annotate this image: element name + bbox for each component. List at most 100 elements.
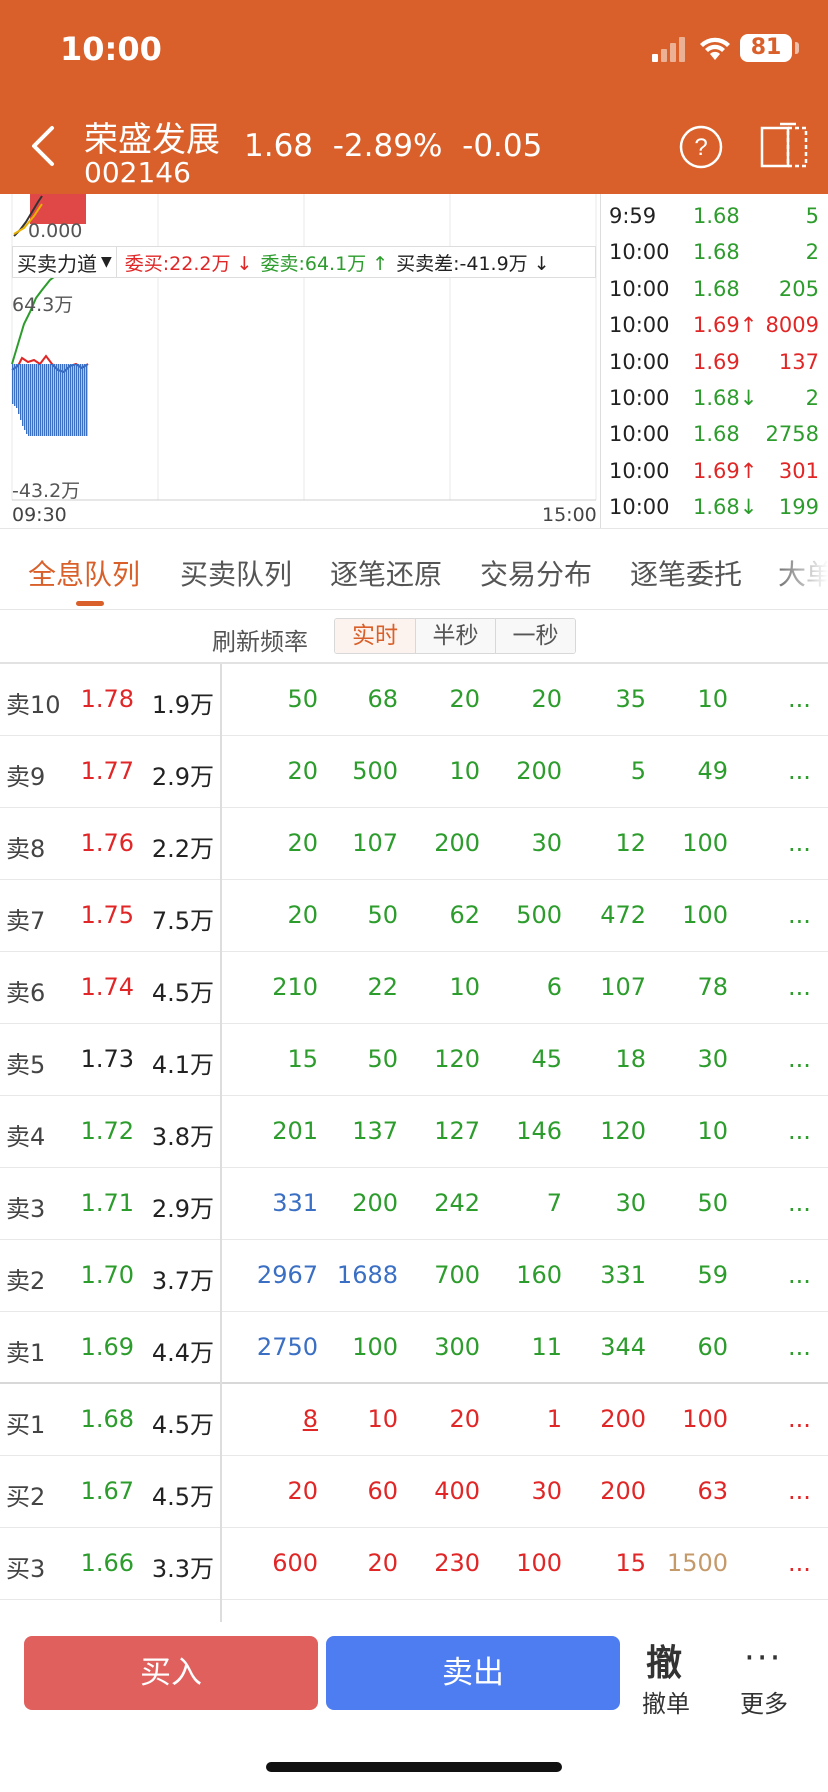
indicator-bar: 买卖力道 ▼ 委买:22.2万 ↓ 委卖:64.1万 ↑ 买卖差:-41.9万 ↓	[12, 246, 596, 278]
tab-trade-distribution[interactable]: 交易分布	[480, 553, 592, 593]
queue-row[interactable]: 买3 1.66 3.3万 600 20 230 100 15 1500...	[0, 1528, 828, 1600]
queue-row[interactable]: 买2 1.67 4.5万 20 60 400 30 200 63...	[0, 1456, 828, 1528]
tab-full-queue[interactable]: 全息队列	[28, 553, 140, 593]
tab-tick-orders[interactable]: 逐笔委托	[630, 553, 742, 593]
queue-row[interactable]: 卖9 1.77 2.9万 20 500 10 200 5 49...	[0, 736, 828, 808]
queue-level-label: 卖8	[6, 835, 46, 863]
queue-row[interactable]: 卖5 1.73 4.1万 15 50 120 45 18 30...	[0, 1024, 828, 1096]
refresh-option-realtime[interactable]: 实时	[335, 619, 415, 653]
trade-price: 1.68	[693, 240, 740, 265]
queue-row[interactable]: 卖2 1.70 3.7万 2967 1688 700 160 331 59...	[0, 1240, 828, 1312]
diff-bar	[34, 364, 36, 436]
queue-order-volume: 700	[434, 1261, 480, 1289]
queue-more-cell: ...	[788, 1261, 811, 1289]
diff-bar	[76, 364, 78, 436]
chart-time-start: 09:30	[12, 504, 67, 526]
queue-row[interactable]: 卖4 1.72 3.8万 201 137 127 146 120 10...	[0, 1096, 828, 1168]
sell-button[interactable]: 卖出	[326, 1636, 620, 1710]
diff-bar	[18, 364, 20, 414]
queue-more-cell: ...	[788, 901, 811, 929]
more-dots-icon[interactable]: ···	[744, 1638, 782, 1678]
back-arrow-icon[interactable]	[28, 124, 58, 168]
queue-order-volume: 20	[287, 901, 318, 929]
queue-order-volume: 10	[697, 685, 728, 713]
trade-row: 10:00 1.68 2	[601, 234, 828, 270]
queue-order-volume: 50	[367, 901, 398, 929]
cancel-order-button[interactable]: 撤单	[642, 1684, 690, 1719]
buy-button[interactable]: 买入	[24, 1636, 318, 1710]
top-bar: 10:00 81 荣盛发展 002146 1.68 -2.89% -0.05 ?	[0, 0, 828, 194]
diff-bar	[22, 364, 24, 426]
queue-total-volume: 4.5万	[151, 979, 214, 1007]
diff-bar	[30, 364, 32, 436]
trade-volume: 2758	[765, 422, 819, 447]
queue-total-volume: 3.3万	[151, 1555, 214, 1583]
queue-total-volume: 2.2万	[151, 835, 214, 863]
queue-order-volume: 210	[272, 973, 318, 1001]
queue-order-volume: 12	[615, 829, 646, 857]
queue-order-volume: 500	[516, 901, 562, 929]
tab-tick-restore[interactable]: 逐笔还原	[330, 553, 442, 593]
queue-level-label: 卖9	[6, 763, 46, 791]
queue-order-volume: 20	[287, 829, 318, 857]
diff-bar	[46, 364, 48, 436]
sell-orders-stat: 委卖:64.1万 ↑	[260, 252, 389, 275]
queue-order-volume: 30	[531, 1477, 562, 1505]
queue-order-volume: 107	[600, 973, 646, 1001]
refresh-option-one-second[interactable]: 一秒	[495, 619, 575, 653]
queue-order-volume: 30	[615, 1189, 646, 1217]
chart-grid	[11, 194, 597, 501]
queue-price: 1.69	[80, 1333, 134, 1361]
queue-order-volume: 100	[516, 1549, 562, 1577]
trade-time: 10:00	[609, 495, 670, 520]
svg-text:?: ?	[694, 134, 707, 161]
tab-bid-ask-queue[interactable]: 买卖队列	[180, 553, 292, 593]
queue-order-volume: 400	[434, 1477, 480, 1505]
queue-order-volume: 20	[367, 1549, 398, 1577]
queue-more-cell: ...	[788, 685, 811, 713]
split-view-icon[interactable]	[760, 122, 810, 170]
queue-level-label: 买1	[6, 1411, 46, 1439]
queue-order-volume: 22	[367, 973, 398, 1001]
queue-level-label: 卖1	[6, 1339, 46, 1367]
queue-order-volume: 60	[697, 1333, 728, 1361]
indicator-select[interactable]: 买卖力道 ▼	[13, 247, 117, 277]
trade-price: 1.68↓	[693, 495, 758, 520]
queue-row[interactable]: 卖3 1.71 2.9万 331 200 242 7 30 50...	[0, 1168, 828, 1240]
trade-volume: 199	[778, 495, 819, 520]
trade-time: 10:00	[609, 386, 670, 410]
queue-price: 1.77	[80, 757, 134, 785]
queue-order-volume: 63	[697, 1477, 728, 1505]
queue-row[interactable]: 卖7 1.75 7.5万 20 50 62 500 472 100...	[0, 880, 828, 952]
chart-top-label: 0.000	[28, 220, 83, 242]
queue-order-volume: 50	[287, 685, 318, 713]
trade-price: 1.69	[693, 349, 740, 374]
queue-total-volume: 4.1万	[151, 1051, 214, 1079]
queue-row[interactable]: 卖6 1.74 4.5万 210 22 10 6 107 78...	[0, 952, 828, 1024]
trade-row: 10:00 1.68 205	[601, 271, 828, 307]
queue-row[interactable]: 买1 1.68 4.5万 8 10 20 1 200 100...	[0, 1384, 828, 1456]
queue-total-volume: 4.5万	[151, 1411, 214, 1439]
queue-row[interactable]: 卖8 1.76 2.2万 20 107 200 30 12 100...	[0, 808, 828, 880]
queue-order-volume: 8	[302, 1405, 318, 1433]
queue-total-volume: 4.4万	[151, 1339, 214, 1367]
queue-row[interactable]: 卖1 1.69 4.4万 2750 100 300 11 344 60...	[0, 1312, 828, 1384]
queue-order-volume: 59	[697, 1261, 728, 1289]
queue-row[interactable]: 卖10 1.78 1.9万 50 68 20 20 35 10...	[0, 664, 828, 736]
queue-level-label: 买2	[6, 1483, 46, 1511]
queue-column-divider	[220, 664, 222, 1622]
queue-order-volume: 344	[600, 1333, 646, 1361]
queue-order-volume: 5	[630, 757, 646, 785]
more-button[interactable]: 更多	[740, 1684, 788, 1719]
refresh-option-half-second[interactable]: 半秒	[415, 619, 495, 653]
queue-total-volume: 7.5万	[151, 907, 214, 935]
intraday-chart[interactable]: 0.000 买卖力道 ▼ 委买:22.2万 ↓ 委卖:64.1万 ↑ 买卖差:-4…	[0, 194, 598, 528]
queue-price: 1.70	[80, 1261, 134, 1289]
trade-time: 9:59	[609, 204, 657, 228]
tick-trades-list[interactable]: 9:59 1.68 5 10:00 1.68 2 10:00 1.68 205 10:00 1.69…	[600, 194, 828, 528]
trade-price: 1.68	[693, 276, 740, 301]
cancel-order-icon[interactable]: 撤	[646, 1634, 682, 1686]
queue-order-volume: 68	[367, 685, 398, 713]
help-icon[interactable]: ?	[678, 124, 724, 170]
queue-order-volume: 20	[287, 757, 318, 785]
